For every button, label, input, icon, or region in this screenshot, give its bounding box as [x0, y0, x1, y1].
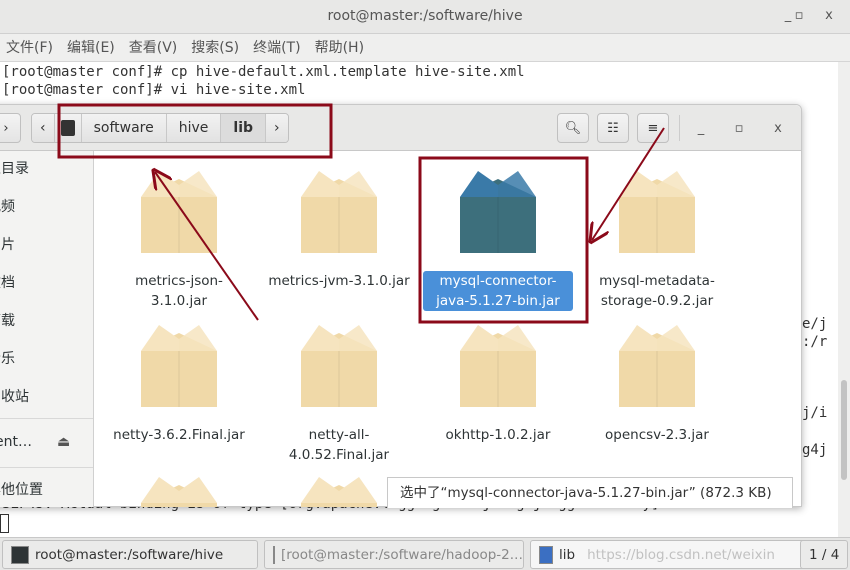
terminal-titlebar: root@master:/software/hive _ ▫ x — [0, 0, 850, 34]
terminal-cursor — [0, 514, 9, 533]
file-manager-headerbar: › ‹ software hive lib › 🔍︎ ☷ ≡ _ ▫ x — [0, 105, 801, 151]
file-item[interactable]: netty-3.6.2.Final.jar — [104, 321, 254, 445]
close-button[interactable]: x — [816, 0, 842, 32]
terminal-icon — [273, 545, 275, 564]
file-name: metrics-json-3.1.0.jar — [135, 273, 223, 309]
terminal-scrollbar[interactable] — [838, 62, 850, 537]
watermark: https://blog.csdn.net/weixin — [587, 546, 775, 563]
terminal-fragment: e/j — [802, 316, 828, 332]
maximize-button[interactable]: ▫ — [786, 0, 812, 32]
sidebar-item-music[interactable]: 音乐 — [0, 344, 15, 374]
task-terminal-hadoop[interactable]: [root@master:/software/hadoop-2.… — [264, 540, 524, 569]
terminal-fragment: :/r — [802, 334, 828, 350]
file-item[interactable]: mysql-metadata-storage-0.9.2.jar — [582, 167, 732, 311]
breadcrumb: ‹ software hive lib › — [31, 113, 289, 143]
menu-edit[interactable]: 编辑(E) — [67, 34, 115, 61]
taskbar: root@master:/software/hive [root@master:… — [0, 537, 850, 570]
package-icon — [460, 171, 536, 253]
list-view-icon: ☷ — [607, 120, 619, 136]
terminal-line: [root@master conf]# vi hive-site.xml — [2, 82, 306, 98]
file-name: mysql-connector-java-5.1.27-bin.jar — [423, 271, 573, 311]
task-label: lib — [559, 546, 576, 563]
file-item[interactable]: mysql-connector-java-5.1.27-bin.jar — [423, 167, 573, 311]
crumb-hive[interactable]: hive — [166, 114, 222, 142]
file-name: okhttp-1.0.2.jar — [445, 427, 551, 443]
terminal-icon — [11, 545, 29, 564]
file-item[interactable]: netty-all-4.0.52.Final.jar — [264, 321, 414, 465]
package-icon — [460, 325, 536, 407]
drive-icon[interactable] — [54, 114, 82, 142]
package-icon — [141, 325, 217, 407]
crumb-software[interactable]: software — [81, 114, 167, 142]
chevron-right-icon[interactable]: › — [266, 114, 288, 142]
menu-search[interactable]: 搜索(S) — [191, 34, 239, 61]
menu-terminal[interactable]: 终端(T) — [253, 34, 300, 61]
sidebar: 主目录 视频 图片 文档 下载 音乐 回收站 ent… ⏏ 其他位置 — [0, 151, 94, 507]
sidebar-item-videos[interactable]: 视频 — [0, 192, 15, 222]
file-name: metrics-jvm-3.1.0.jar — [268, 273, 410, 289]
menu-file[interactable]: 文件(F) — [6, 34, 53, 61]
terminal-line: [root@master conf]# cp hive-default.xml.… — [2, 64, 525, 80]
file-manager-window: › ‹ software hive lib › 🔍︎ ☷ ≡ _ ▫ x 主目录… — [0, 104, 802, 508]
search-icon: 🔍︎ — [564, 120, 582, 136]
task-terminal-hive[interactable]: root@master:/software/hive — [2, 540, 258, 569]
sidebar-item-documents[interactable]: 文档 — [0, 268, 15, 298]
fm-minimize-button[interactable]: _ — [688, 113, 714, 145]
package-icon — [301, 477, 377, 507]
file-item[interactable]: metrics-json-3.1.0.jar — [104, 167, 254, 311]
forward-button[interactable]: › — [0, 113, 21, 143]
menu-view[interactable]: 查看(V) — [129, 34, 178, 61]
sidebar-item-trash[interactable]: 回收站 — [0, 382, 29, 412]
sidebar-item-home[interactable]: 主目录 — [0, 154, 29, 184]
package-icon — [141, 477, 217, 507]
hamburger-icon: ≡ — [647, 120, 659, 136]
crumb-lib[interactable]: lib — [221, 114, 267, 142]
file-item[interactable] — [104, 473, 254, 507]
search-button[interactable]: 🔍︎ — [557, 113, 589, 143]
file-name: netty-all-4.0.52.Final.jar — [288, 427, 390, 463]
task-label: root@master:/software/hive — [35, 546, 224, 563]
file-cabinet-icon — [539, 545, 553, 564]
eject-icon[interactable]: ⏏ — [57, 427, 70, 457]
file-item[interactable]: metrics-jvm-3.1.0.jar — [264, 167, 414, 291]
menu-help[interactable]: 帮助(H) — [315, 34, 364, 61]
sidebar-item-device[interactable]: ent… — [0, 427, 32, 457]
sidebar-item-other-locations[interactable]: 其他位置 — [0, 475, 43, 505]
file-name: netty-3.6.2.Final.jar — [113, 427, 245, 443]
sidebar-item-pictures[interactable]: 图片 — [0, 230, 15, 260]
menu-bar: 文件(F) 编辑(E) 查看(V) 搜索(S) 终端(T) 帮助(H) — [0, 34, 850, 62]
file-item[interactable]: opencsv-2.3.jar — [582, 321, 732, 445]
package-icon — [301, 171, 377, 253]
terminal-fragment: j/i — [802, 405, 828, 421]
package-icon — [301, 325, 377, 407]
package-icon — [619, 171, 695, 253]
package-icon — [141, 171, 217, 253]
status-bar: 选中了“mysql-connector-java-5.1.27-bin.jar”… — [387, 477, 793, 508]
window-title: root@master:/software/hive — [327, 8, 523, 24]
file-name: opencsv-2.3.jar — [605, 427, 709, 443]
fm-close-button[interactable]: x — [765, 113, 791, 145]
sidebar-item-downloads[interactable]: 下载 — [0, 306, 15, 336]
terminal-fragment: g4j — [802, 442, 828, 458]
task-label: [root@master:/software/hadoop-2.… — [281, 546, 524, 563]
fm-maximize-button[interactable]: ▫ — [726, 113, 752, 145]
view-toggle-button[interactable]: ☷ — [597, 113, 629, 143]
chevron-left-icon[interactable]: ‹ — [32, 114, 55, 142]
workspace-switcher[interactable]: 1 / 4 — [800, 540, 848, 569]
file-name: mysql-metadata-storage-0.9.2.jar — [599, 273, 715, 309]
menu-button[interactable]: ≡ — [637, 113, 669, 143]
task-file-manager[interactable]: lib https://blog.csdn.net/weixin — [530, 540, 830, 569]
file-item[interactable]: okhttp-1.0.2.jar — [423, 321, 573, 445]
scrollbar-thumb[interactable] — [841, 380, 847, 480]
package-icon — [619, 325, 695, 407]
